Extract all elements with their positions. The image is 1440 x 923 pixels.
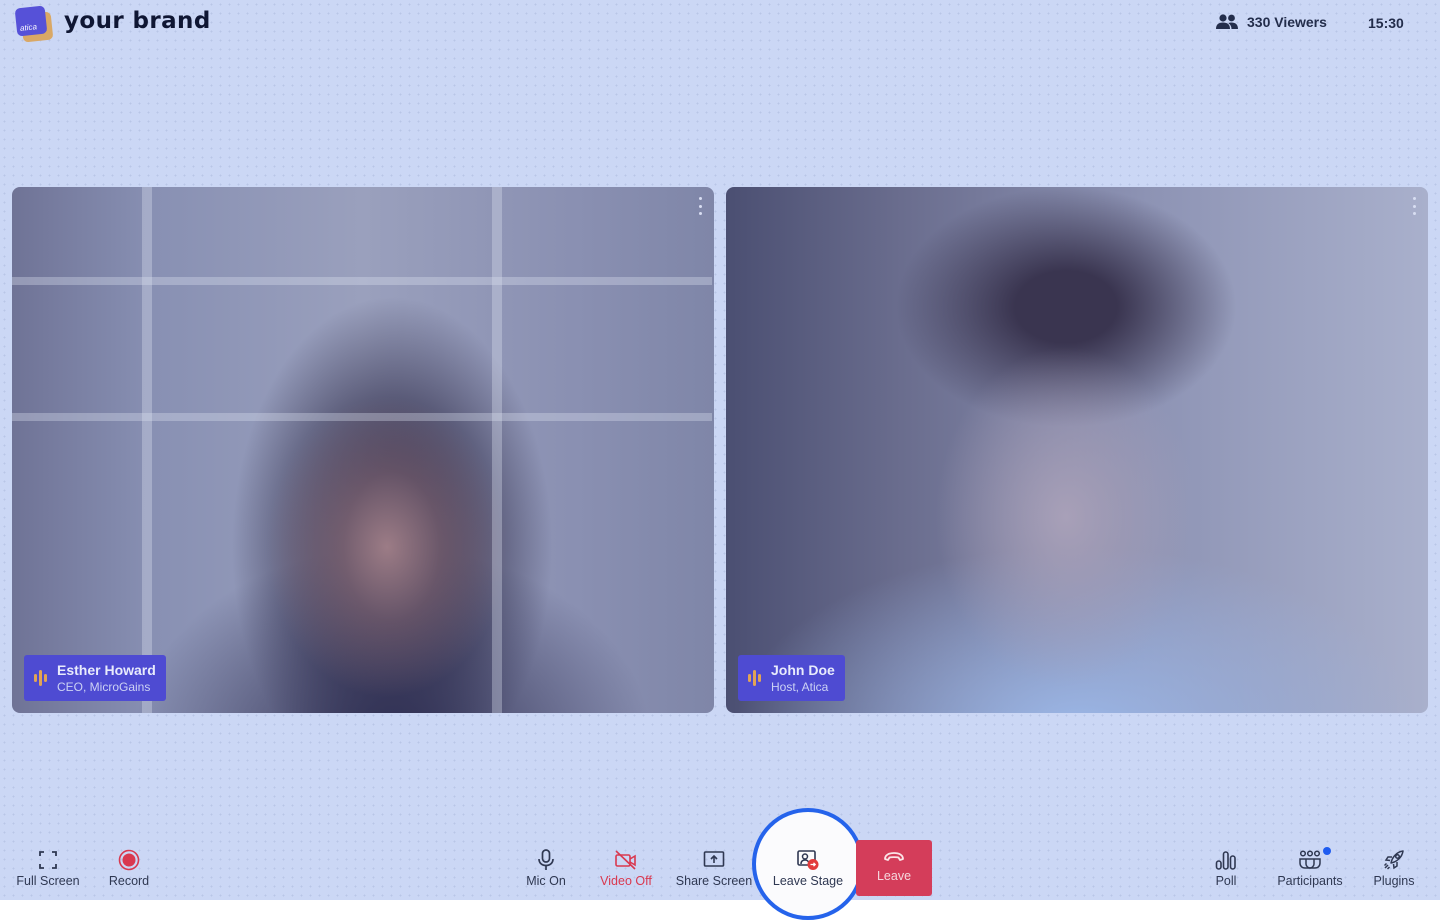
record-button[interactable]: Record [96,840,162,896]
share-screen-icon [703,851,725,867]
participant-name: John Doe [771,661,835,678]
viewer-count-label: 330 Viewers [1247,14,1327,30]
tile-menu-button[interactable] [696,197,704,215]
video-tile-john-doe[interactable]: John Doe Host, Atica [726,187,1428,713]
participants-button[interactable]: Participants [1270,840,1350,896]
participants-notification-dot [1323,847,1331,855]
hang-up-icon [884,852,904,861]
full-screen-label: Full Screen [16,874,80,888]
logo-text: atica [19,22,38,33]
leave-stage-label: Leave Stage [772,874,844,888]
brand-name: your brand [64,8,211,34]
poll-button[interactable]: Poll [1200,840,1252,896]
participant-name: Esther Howard [57,661,156,678]
poll-icon [1215,851,1236,870]
tile-menu-button[interactable] [1410,197,1418,215]
participant-role: CEO, MicroGains [57,679,151,694]
share-screen-button[interactable]: Share Screen [672,840,756,896]
leave-stage-button[interactable]: Leave Stage [766,840,850,896]
video-tile-esther-howard[interactable]: Esther Howard CEO, MicroGains [12,187,714,713]
meeting-stage: atica your brand 330 Viewers 15:30 Esthe… [0,0,1440,920]
audio-wave-icon [34,670,47,686]
participants-label: Participants [1277,874,1343,888]
plugins-button[interactable]: Plugins [1366,840,1422,896]
rocket-icon [1383,850,1404,870]
audio-wave-icon [748,670,761,686]
record-icon [118,849,140,871]
leave-stage-icon [797,850,819,870]
people-icon [1216,14,1238,29]
record-label: Record [108,874,150,888]
video-button[interactable]: Video Off [592,840,660,896]
poll-label: Poll [1215,874,1237,888]
participant-role: Host, Atica [771,679,829,694]
video-label: Video Off [600,874,652,888]
leave-button[interactable]: Leave [856,840,932,896]
mic-label: Mic On [526,874,566,888]
plugins-label: Plugins [1373,874,1415,888]
leave-label: Leave [876,869,912,883]
viewer-count: 330 Viewers [1215,14,1327,30]
microphone-icon [538,849,554,870]
brand-logo: atica [14,5,55,43]
participant-nametag: Esther Howard CEO, MicroGains [24,655,166,701]
participant-nametag: John Doe Host, Atica [738,655,845,701]
full-screen-button[interactable]: Full Screen [10,840,86,896]
fullscreen-icon [39,851,57,869]
share-screen-label: Share Screen [675,874,753,888]
video-off-icon [615,850,636,870]
participants-icon [1299,850,1321,869]
clock: 15:30 [1368,15,1404,31]
mic-button[interactable]: Mic On [514,840,578,896]
